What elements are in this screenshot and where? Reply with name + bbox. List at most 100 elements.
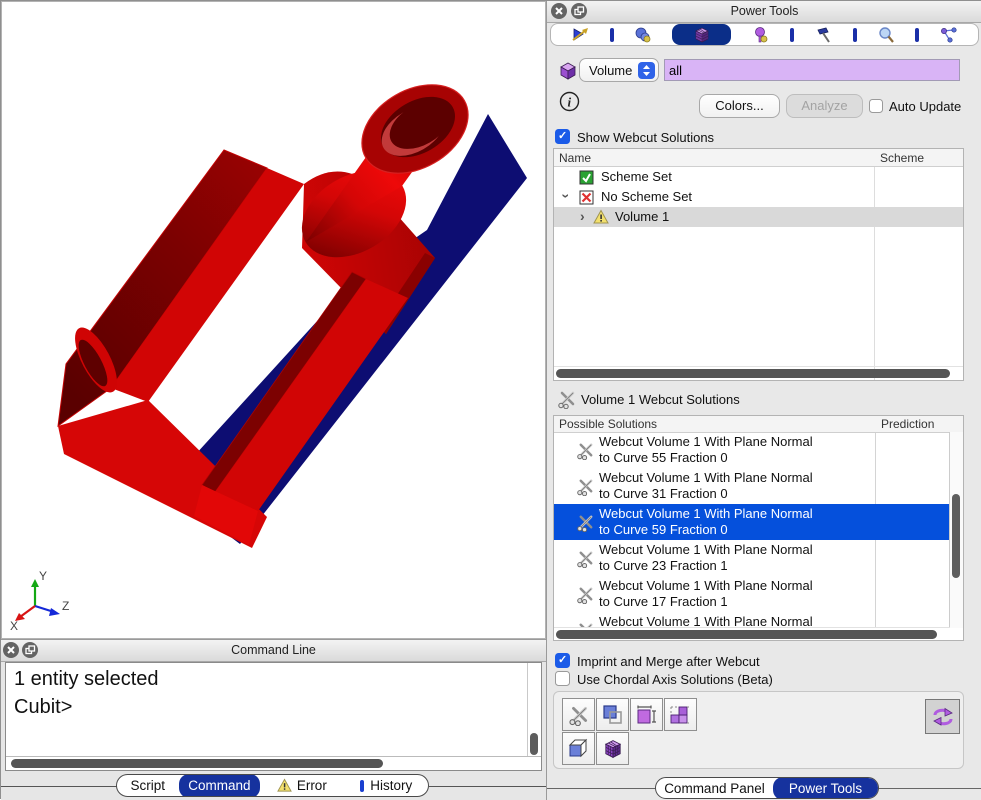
tab-command-panel[interactable]: Command Panel (656, 778, 773, 798)
tab-rule-right (429, 786, 546, 787)
tab-geometry-tool[interactable] (551, 24, 610, 45)
red-x-icon (579, 190, 594, 205)
webcut-toolbar (553, 691, 964, 769)
tab-rule-left (547, 788, 657, 789)
scissors-icon (557, 389, 577, 409)
entity-type-dropdown[interactable]: Volume (579, 58, 659, 82)
output-line: 1 entity selected (14, 665, 525, 693)
tab-script[interactable]: Script (117, 775, 179, 796)
refresh-solutions-button[interactable] (925, 699, 960, 734)
solution-item[interactable]: Webcut Volume 1 With Plane Normal to Cur… (554, 576, 952, 612)
power-tools-title: Power Tools (547, 4, 981, 18)
axis-triad: Y Z X (10, 569, 69, 633)
entity-id-input[interactable] (664, 59, 960, 81)
split-volume-button[interactable] (630, 698, 663, 731)
tab-power-tools-label: Power Tools (789, 781, 862, 796)
webcut-button[interactable] (562, 698, 595, 731)
command-line-title: Command Line (1, 643, 546, 657)
tab-repair-tool[interactable] (794, 24, 853, 45)
power-tools-tabbar (550, 23, 979, 46)
solutions-title: Volume 1 Webcut Solutions (581, 392, 740, 407)
axis-z-label: Z (62, 599, 69, 613)
scissors-icon (568, 704, 590, 726)
plane-overlap-icon (601, 703, 625, 727)
solutions-vertical-scrollbar[interactable] (949, 432, 963, 628)
partition-button[interactable] (664, 698, 697, 731)
tab-error[interactable]: Error (260, 775, 343, 796)
dropdown-stepper-icon (638, 62, 655, 79)
tab-power-tools[interactable]: Power Tools (773, 777, 878, 799)
tab-webcut-tool[interactable] (672, 24, 731, 45)
webcut-plane-button[interactable] (596, 698, 629, 731)
solution-line1: Webcut Volume 1 With Plane Normal (599, 506, 813, 521)
tab-error-label: Error (297, 778, 327, 793)
chevron-down-icon[interactable]: › (558, 194, 574, 199)
tree-col-name: Name (559, 151, 591, 165)
solution-item[interactable]: Webcut Volume 1 With Plane Normal to Cur… (554, 432, 952, 468)
hex-mesh-button[interactable] (596, 732, 629, 765)
output-horizontal-scrollbar[interactable] (6, 757, 528, 770)
output-vertical-scrollbar[interactable] (527, 663, 541, 756)
solutions-horizontal-scrollbar[interactable] (554, 627, 950, 640)
sweep-volume-button[interactable] (562, 732, 595, 765)
repair-hammer-icon (813, 26, 833, 44)
tab-inspect-tool[interactable] (857, 24, 916, 45)
auto-update-label: Auto Update (889, 99, 961, 114)
panel-switch-tabs: Command Panel Power Tools (655, 777, 879, 799)
tree-row-volume-1[interactable]: › Volume 1 (554, 207, 963, 227)
command-line-panel: Command Line 1 entity selected Cubit> Sc… (1, 639, 546, 800)
warning-icon (593, 209, 609, 225)
cube-face-icon (567, 737, 591, 761)
3d-scene[interactable]: Y Z X (2, 2, 545, 638)
tab-diagnose-tool[interactable] (731, 24, 790, 45)
scheme-tree[interactable]: Name Scheme Scheme Set › No Scheme Set (553, 148, 964, 381)
webcut-solutions-list[interactable]: Possible Solutions Prediction Webcut Vol… (553, 415, 964, 641)
scissors-icon (576, 477, 595, 496)
history-icon (359, 779, 365, 793)
colors-button[interactable]: Colors... (699, 94, 780, 118)
solution-line2: to Curve 31 Fraction 0 (599, 486, 728, 501)
power-tools-titlebar: Power Tools (547, 1, 981, 23)
mesh-blob-icon (633, 26, 653, 44)
tab-script-label: Script (131, 778, 166, 793)
tab-rule-right (877, 788, 981, 789)
solution-item[interactable]: Webcut Volume 1 With Plane Normal to Cur… (554, 468, 952, 504)
scissors-icon (576, 585, 595, 604)
solution-line2: to Curve 55 Fraction 0 (599, 450, 728, 465)
topology-graph-icon (939, 26, 959, 44)
green-check-icon (579, 170, 594, 185)
command-line-titlebar: Command Line (1, 640, 546, 662)
partition-blocks-icon (669, 703, 693, 727)
tab-command[interactable]: Command (179, 774, 260, 797)
solution-item-selected[interactable]: Webcut Volume 1 With Plane Normal to Cur… (554, 504, 952, 540)
tab-history[interactable]: History (344, 775, 428, 796)
imprint-merge-checkbox[interactable] (555, 653, 570, 668)
split-extent-icon (635, 703, 659, 727)
auto-update-checkbox[interactable] (869, 99, 883, 113)
chordal-axis-label: Use Chordal Axis Solutions (Beta) (577, 672, 773, 687)
chevron-right-icon[interactable]: › (580, 208, 585, 224)
refresh-arrows-icon (930, 704, 956, 730)
solution-line1: Webcut Volume 1 With Plane Normal (599, 470, 813, 485)
tab-topology-tool[interactable] (919, 24, 978, 45)
chordal-axis-checkbox[interactable] (555, 671, 570, 686)
info-icon[interactable]: i (559, 91, 580, 112)
show-webcut-checkbox[interactable] (555, 129, 570, 144)
tree-row-scheme-set[interactable]: Scheme Set (554, 167, 963, 187)
tab-rule-left (1, 786, 117, 787)
solution-line1: Webcut Volume 1 With Plane Normal (599, 542, 813, 557)
tree-row-label: No Scheme Set (601, 189, 692, 204)
command-line-tabs: Script Command Error History (116, 774, 429, 797)
tree-row-label: Scheme Set (601, 169, 672, 184)
tree-row-no-scheme-set[interactable]: › No Scheme Set (554, 187, 963, 207)
inspect-magnifier-icon (876, 26, 896, 44)
tab-mesh-tool[interactable] (614, 24, 673, 45)
graphics-viewport[interactable]: Y Z X (1, 1, 546, 639)
analyze-button[interactable]: Analyze (786, 94, 863, 118)
solution-line1: Webcut Volume 1 With Plane Normal (599, 434, 813, 449)
axis-x-label: X (10, 619, 18, 633)
diagnose-key-icon (751, 26, 771, 44)
solution-item[interactable]: Webcut Volume 1 With Plane Normal to Cur… (554, 540, 952, 576)
tree-horizontal-scrollbar[interactable] (554, 366, 963, 380)
command-output[interactable]: 1 entity selected Cubit> (5, 662, 542, 771)
